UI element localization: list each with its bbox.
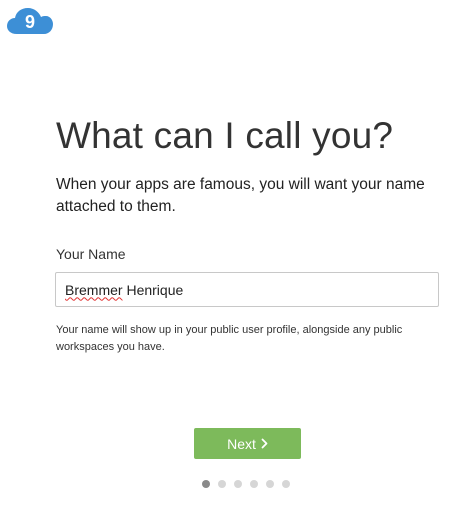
- name-input[interactable]: Bremmer Henrique: [55, 272, 439, 307]
- name-input-second-word: Henrique: [126, 281, 184, 298]
- logo-glyph: 9: [25, 12, 35, 32]
- step-dot-3[interactable]: [234, 480, 242, 488]
- step-dot-2[interactable]: [218, 480, 226, 488]
- cloud-icon: 9: [7, 8, 53, 34]
- name-field-label: Your Name: [56, 246, 126, 262]
- step-dot-4[interactable]: [250, 480, 258, 488]
- page-subtitle: When your apps are famous, you will want…: [56, 176, 425, 215]
- chevron-right-icon: [261, 438, 268, 449]
- name-input-first-word: Bremmer: [65, 281, 123, 298]
- step-pagination: [202, 480, 290, 488]
- name-help-text: Your name will show up in your public us…: [56, 324, 403, 353]
- cloud9-logo: 9: [6, 6, 54, 36]
- step-dot-6[interactable]: [282, 480, 290, 488]
- step-dot-5[interactable]: [266, 480, 274, 488]
- step-dot-1[interactable]: [202, 480, 210, 488]
- next-button[interactable]: Next: [194, 428, 301, 459]
- next-button-label: Next: [227, 435, 256, 452]
- page-title: What can I call you?: [56, 115, 394, 156]
